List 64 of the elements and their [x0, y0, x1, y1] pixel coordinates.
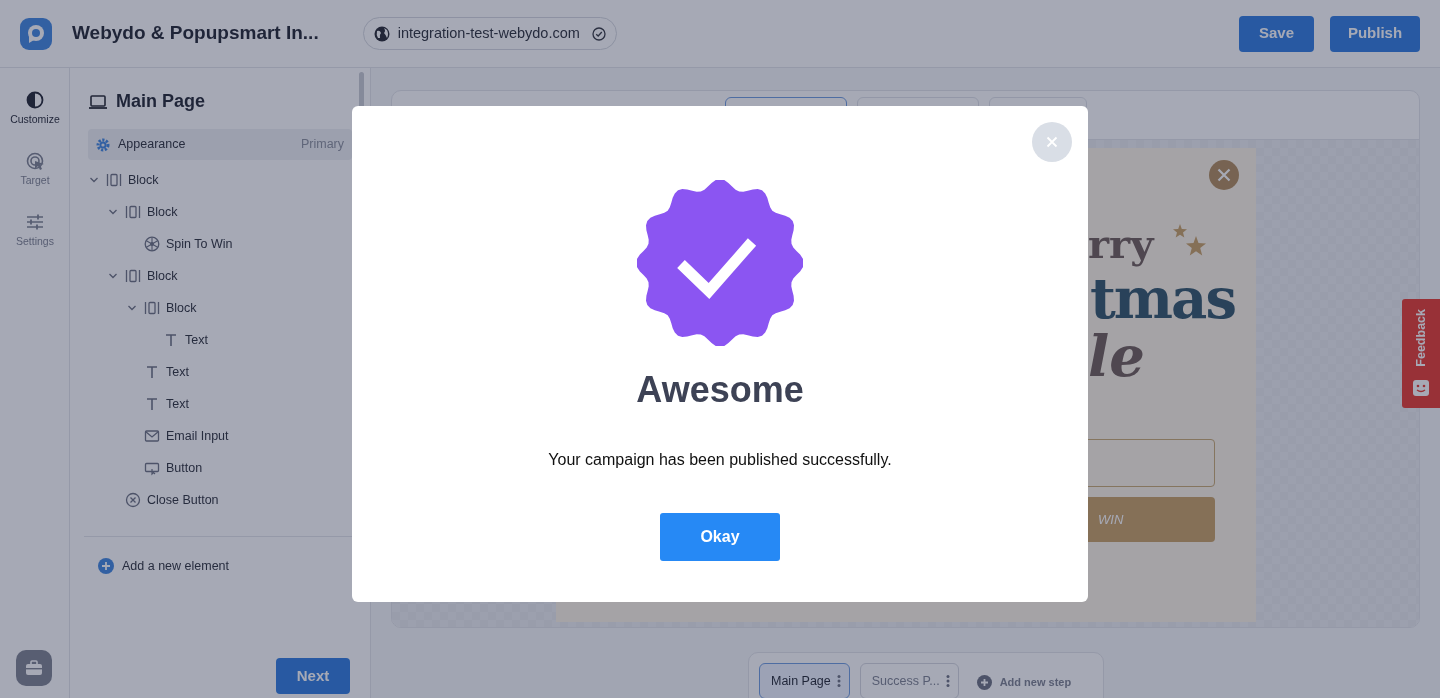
text-icon: [163, 332, 179, 348]
text-icon: [144, 396, 160, 412]
add-element-link[interactable]: Add a new element: [98, 557, 352, 576]
close-circle-icon: [125, 492, 141, 508]
tree-label: Spin To Win: [166, 235, 233, 253]
plus-icon: [98, 558, 114, 575]
button-element-icon: [144, 460, 160, 476]
envelope-icon: [144, 428, 160, 444]
tree-label: Email Input: [166, 427, 229, 445]
more-icon: [836, 674, 841, 688]
block-icon: [125, 204, 141, 220]
briefcase-button[interactable]: [16, 650, 52, 686]
app-title: Webydo & Popupsmart In...: [72, 21, 319, 46]
verified-badge-icon: [637, 180, 803, 346]
appearance-row[interactable]: Appearance Primary: [88, 129, 352, 160]
cursor-target-icon: [26, 151, 44, 170]
appearance-value: Primary: [300, 136, 344, 154]
close-icon: [1209, 160, 1239, 190]
tree-item[interactable]: Close Button: [88, 484, 352, 516]
tree-label: Text: [166, 363, 189, 381]
tree-item[interactable]: Text: [88, 388, 352, 420]
tree-item[interactable]: Block: [88, 292, 352, 324]
panel-title: Main Page: [116, 90, 206, 113]
domain-text: integration-test-webydo.com: [397, 23, 580, 43]
tree-item[interactable]: Text: [88, 356, 352, 388]
laptop-icon: [88, 93, 108, 110]
tree-label: Text: [166, 395, 189, 413]
text-icon: [144, 364, 160, 380]
plus-icon: [976, 674, 992, 690]
globe-icon: [373, 25, 390, 42]
tree-item[interactable]: Email Input: [88, 420, 352, 452]
logo-icon: [20, 17, 52, 50]
smiley-icon: [1413, 380, 1429, 396]
briefcase-icon: [25, 660, 43, 676]
headline-text: le: [1088, 328, 1145, 384]
okay-button[interactable]: Okay: [660, 513, 780, 561]
wheel-icon: [144, 236, 160, 252]
tree-item[interactable]: Block: [88, 196, 352, 228]
tree-label: Block: [147, 203, 178, 221]
tree-item[interactable]: Block: [88, 260, 352, 292]
dialog-message: Your campaign has been published successfully.: [548, 450, 892, 470]
tree-label: Block: [166, 299, 197, 317]
tree-label: Button: [166, 459, 203, 477]
sliders-icon: [26, 212, 44, 231]
more-icon: [945, 674, 950, 688]
gear-icon: [96, 137, 110, 152]
step-tab[interactable]: Main Page: [759, 663, 850, 698]
block-icon: [144, 300, 160, 316]
tree-item[interactable]: Spin To Win: [88, 228, 352, 260]
close-icon: [1046, 136, 1058, 148]
tree-label: Close Button: [147, 491, 219, 509]
dialog-title: Awesome: [636, 372, 804, 408]
tree-label: Text: [185, 331, 208, 349]
tree-item[interactable]: Text: [88, 324, 352, 356]
tree-label: Block: [128, 171, 159, 189]
feedback-tab[interactable]: Feedback: [1402, 299, 1440, 408]
contrast-icon: [26, 91, 44, 109]
block-icon: [125, 268, 141, 284]
headline-text: tmas: [1090, 270, 1235, 326]
block-icon: [106, 172, 122, 188]
tree-label: Block: [147, 267, 178, 285]
nav-tab[interactable]: Customize: [0, 90, 70, 129]
tree-item[interactable]: Button: [88, 452, 352, 484]
tree-item[interactable]: Block: [88, 164, 352, 196]
